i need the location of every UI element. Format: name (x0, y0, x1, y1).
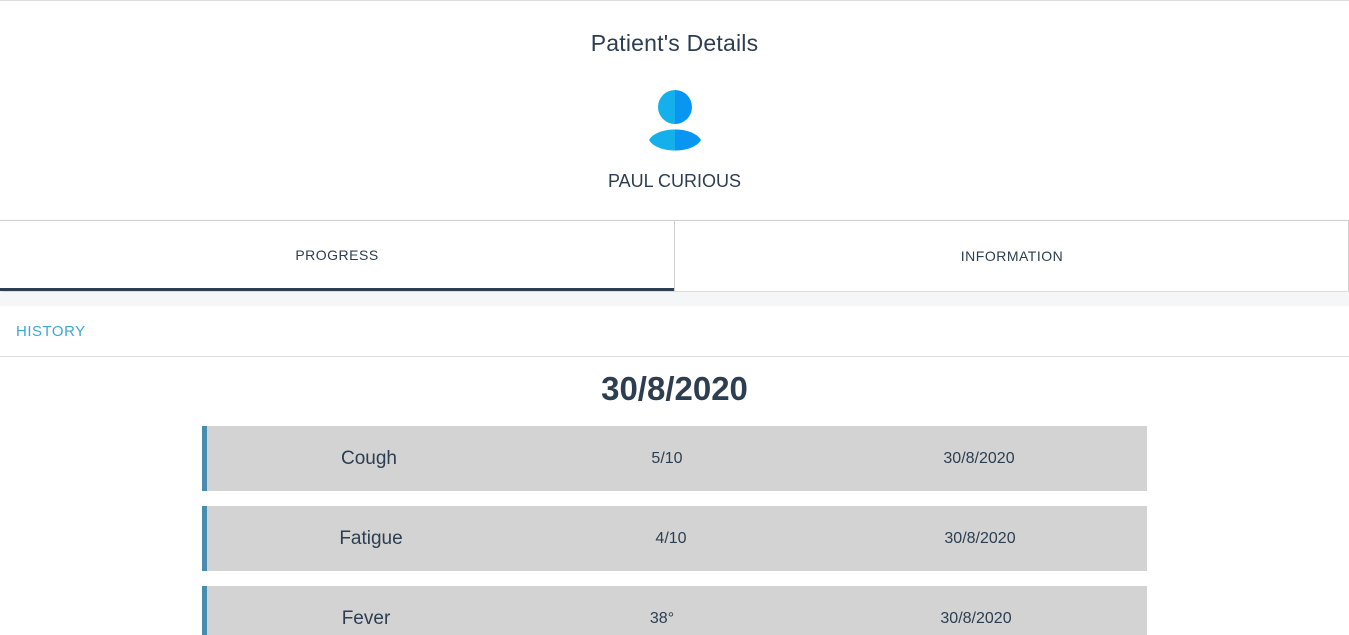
tab-information[interactable]: INFORMATION (674, 221, 1349, 291)
user-avatar-icon (647, 90, 703, 154)
symptom-row-fatigue[interactable]: Fatigue 4/10 30/8/2020 (202, 506, 1147, 571)
symptom-row-fever[interactable]: Fever 38° 30/8/2020 (202, 586, 1147, 635)
history-divider (0, 356, 1349, 357)
tab-progress-label: PROGRESS (295, 246, 379, 263)
symptom-name: Cough (341, 447, 397, 469)
tab-information-label: INFORMATION (960, 248, 1064, 264)
tab-bar: PROGRESS INFORMATION (0, 220, 1349, 291)
patient-details-page: Patient's Details PAUL CURIOUS PROGRESS … (0, 0, 1349, 635)
symptom-level: 4/10 (655, 529, 687, 547)
symptom-level: 5/10 (651, 449, 683, 467)
history-date-heading: 30/8/2020 (601, 370, 748, 407)
symptom-row-cough[interactable]: Cough 5/10 30/8/2020 (202, 426, 1147, 491)
symptom-name: Fatigue (339, 527, 403, 549)
tab-shadow-gap (0, 292, 1349, 306)
symptom-name: Fever (341, 607, 391, 629)
symptom-date: 30/8/2020 (940, 609, 1012, 627)
symptom-list: Cough 5/10 30/8/2020 Fatigue 4/10 30/8/2… (202, 426, 1147, 635)
symptom-level: 38° (649, 609, 675, 627)
page-title: Patient's Details (590, 30, 759, 56)
symptom-date: 30/8/2020 (944, 529, 1016, 547)
patient-name: PAUL CURIOUS (607, 171, 742, 191)
tab-progress[interactable]: PROGRESS (0, 221, 674, 291)
top-divider (0, 0, 1349, 1)
history-link[interactable]: HISTORY (16, 323, 86, 340)
symptom-date: 30/8/2020 (943, 449, 1015, 467)
